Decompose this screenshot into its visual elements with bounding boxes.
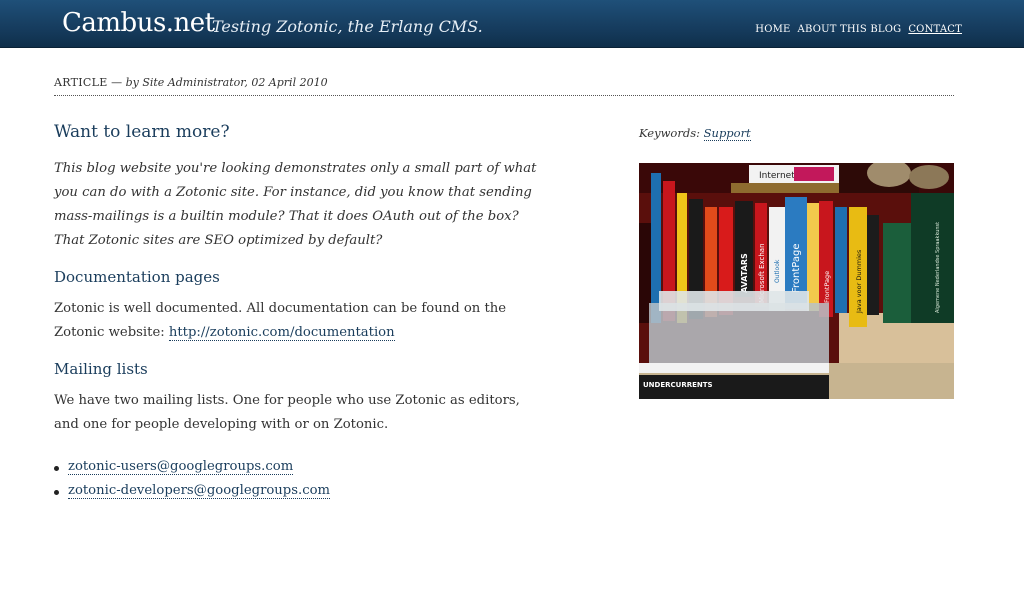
nav-about[interactable]: ABOUT THIS BLOG (798, 24, 902, 35)
article-content: Want to learn more? This blog website yo… (54, 120, 544, 503)
article-photo[interactable]: Internet AVATARS Microsoft Exchan Outloo… (639, 163, 954, 399)
section-heading: Documentation pages (54, 268, 220, 286)
section-heading: Mailing lists (54, 360, 148, 378)
keyword-support-link[interactable]: Support (703, 126, 751, 141)
book-label: AVATARS (740, 253, 749, 293)
nav-contact[interactable]: CONTACT (908, 24, 962, 35)
section-text: Zotonic is well documented. All document… (54, 297, 544, 345)
article-title: Want to learn more? (54, 122, 230, 142)
book-label: FrontPage (791, 243, 802, 293)
book-label: Outlook (774, 259, 781, 283)
book-label: Algemene Nederlandse Spraakkunst (935, 222, 941, 313)
documentation-link[interactable]: http://zotonic.com/documentation (168, 325, 395, 341)
mailing-list-developers-link[interactable]: zotonic-developers@googlegroups.com (68, 483, 331, 499)
main-nav: HOME ABOUT THIS BLOG CONTACT (755, 24, 962, 35)
book-label: FrontPage (823, 271, 831, 303)
nav-home[interactable]: HOME (755, 24, 790, 35)
keywords: Keywords: Support (639, 124, 954, 142)
section-mailing-lists: Mailing lists We have two mailing lists.… (54, 358, 544, 503)
list-item: zotonic-users@googlegroups.com (54, 455, 544, 479)
list-item: zotonic-developers@googlegroups.com (54, 479, 544, 503)
mailing-list: zotonic-users@googlegroups.com zotonic-d… (54, 455, 544, 503)
book-label: Internet (759, 171, 795, 181)
book-label: Java voor Dummies (855, 249, 863, 314)
meta-separator: — (107, 76, 126, 89)
article-byline: by Site Administrator, 02 April 2010 (125, 76, 328, 89)
site-tagline: Testing Zotonic, the Erlang CMS. (212, 17, 483, 36)
article-meta: ARTICLE — by Site Administrator, 02 Apri… (54, 76, 954, 96)
keywords-label: Keywords: (639, 126, 700, 140)
book-label: UNDERCURRENTS (643, 381, 713, 389)
section-text: We have two mailing lists. One for peopl… (54, 393, 520, 432)
site-header: Cambus.net Testing Zotonic, the Erlang C… (0, 0, 1024, 48)
sidebar: Keywords: Support Internet AVATARS Micro… (639, 124, 954, 399)
section-documentation: Documentation pages Zotonic is well docu… (54, 266, 544, 345)
article-intro: This blog website you're looking demonst… (54, 161, 537, 248)
bookshelf-image: Internet AVATARS Microsoft Exchan Outloo… (639, 163, 954, 399)
article-kind: ARTICLE (54, 76, 108, 89)
mailing-list-users-link[interactable]: zotonic-users@googlegroups.com (68, 459, 294, 475)
site-title[interactable]: Cambus.net (62, 7, 215, 39)
